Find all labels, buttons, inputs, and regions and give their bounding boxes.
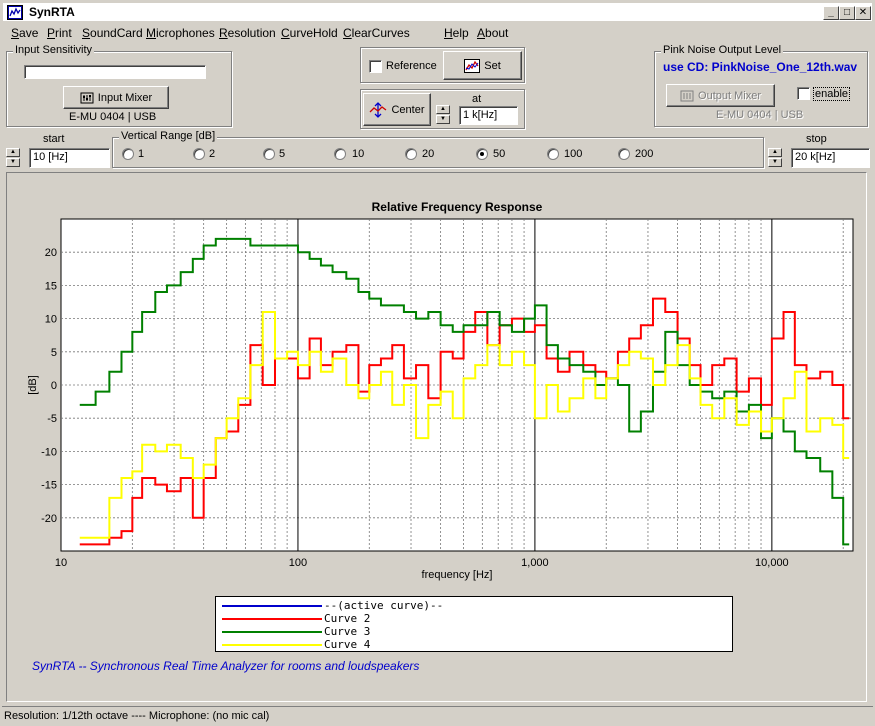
chart-title: Relative Frequency Response xyxy=(372,200,543,214)
x-tick-label: 10,000 xyxy=(755,557,789,569)
y-tick-label: 15 xyxy=(45,280,57,292)
legend-label-curve2: Curve 2 xyxy=(324,612,371,625)
legend-swatch-curve4 xyxy=(222,644,322,646)
legend-label-curve4: Curve 4 xyxy=(324,638,371,651)
legend-label-active: --(active curve)-- xyxy=(324,599,444,612)
status-bar: Resolution: 1/12th octave ---- Microphon… xyxy=(2,706,873,724)
chart-legend: --(active curve)-- Curve 2 Curve 3 Curve… xyxy=(215,596,733,652)
y-axis-label: [dB] xyxy=(27,375,39,395)
status-text: Resolution: 1/12th octave ---- Microphon… xyxy=(4,710,270,722)
legend-swatch-curve2 xyxy=(222,618,322,620)
x-tick-label: 100 xyxy=(289,557,307,569)
legend-swatch-active xyxy=(222,605,322,607)
legend-entry-curve4: Curve 4 xyxy=(216,638,732,651)
y-tick-label: -20 xyxy=(41,513,57,525)
legend-entry-curve2: Curve 2 xyxy=(216,612,732,625)
y-tick-label: 5 xyxy=(51,347,57,359)
y-tick-label: -5 xyxy=(47,413,57,425)
y-tick-label: -15 xyxy=(41,480,57,492)
legend-entry-active: --(active curve)-- xyxy=(216,599,732,612)
y-tick-label: 0 xyxy=(51,380,57,392)
legend-swatch-curve3 xyxy=(222,631,322,633)
x-axis-label: frequency [Hz] xyxy=(422,569,493,581)
app-description: SynRTA -- Synchronous Real Time Analyzer… xyxy=(32,659,420,673)
y-tick-label: 20 xyxy=(45,247,57,259)
y-tick-label: 10 xyxy=(45,314,57,326)
main-window: SynRTA _ □ ✕ Save Print SoundCard Microp… xyxy=(0,0,875,726)
y-tick-label: -10 xyxy=(41,446,57,458)
x-tick-label: 10 xyxy=(55,557,67,569)
legend-label-curve3: Curve 3 xyxy=(324,625,371,638)
x-tick-label: 1,000 xyxy=(521,557,549,569)
legend-entry-curve3: Curve 3 xyxy=(216,625,732,638)
